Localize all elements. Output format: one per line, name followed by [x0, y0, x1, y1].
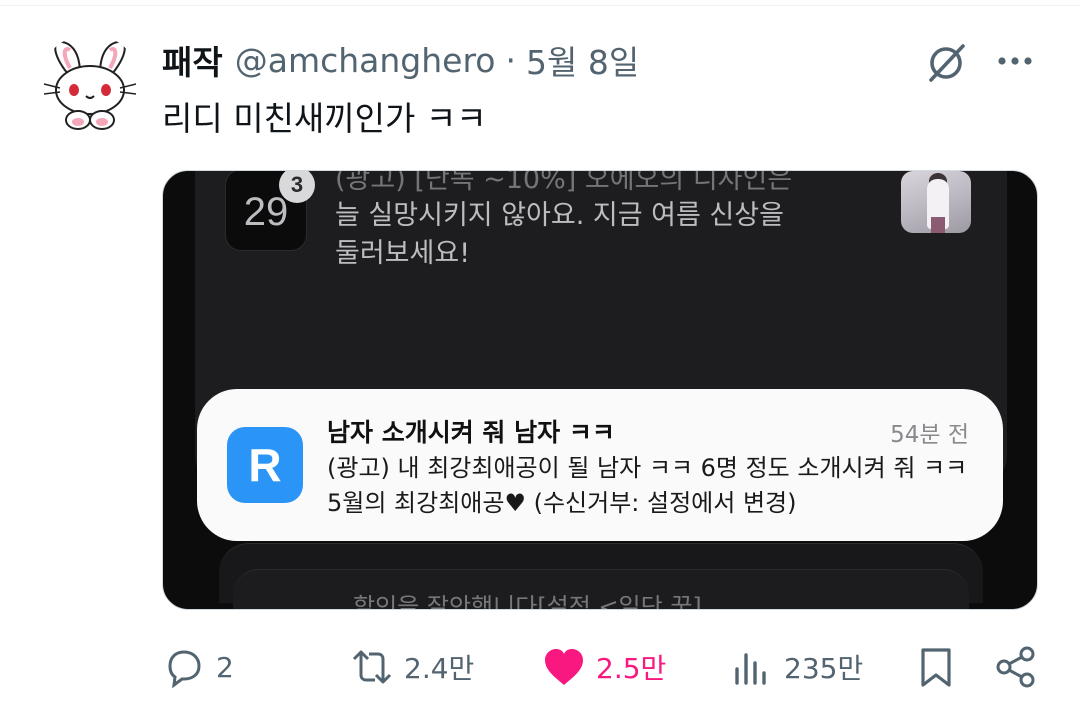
views-button[interactable]: 235만	[730, 640, 863, 694]
tweet-text: 리디 미친새끼인가 ㅋㅋ	[162, 99, 487, 138]
separator-dot: ·	[505, 40, 517, 80]
notification-body: (광고) 내 최강최애공이 될 남자 ㅋㅋ 6명 정도 소개시켜 줘 ㅋㅋ 5월…	[327, 454, 968, 517]
avatar[interactable]	[38, 34, 142, 138]
ridi-app-icon: R	[227, 427, 303, 503]
heart-icon	[545, 649, 583, 685]
reply-icon	[168, 650, 201, 689]
tweet-header: 패작 @amchanghero · 5월 8일	[162, 36, 639, 84]
retweet-count: 2.4만	[404, 652, 475, 685]
bunny-avatar-icon	[38, 34, 142, 138]
like-button[interactable]: 2.5만	[542, 640, 666, 694]
like-count: 2.5만	[596, 652, 667, 685]
bookmark-button[interactable]	[914, 640, 958, 694]
tweet-media-image[interactable]: 29 3 (광고) [단독 ~10%] 오에오의 디자인은 늘 실망시키지 않아…	[162, 170, 1038, 610]
notification-time: 54분 전	[890, 422, 969, 448]
notification-card: R 남자 소개시켜 줘 남자 ㅋㅋ 54분 전 (광고) 내 최강최애공이 될 …	[197, 389, 1003, 541]
reply-button[interactable]: 2	[162, 640, 234, 694]
more-options-icon[interactable]	[994, 44, 1036, 78]
share-icon	[996, 646, 1035, 688]
views-icon	[735, 653, 766, 685]
user-handle[interactable]: @amchanghero	[235, 41, 496, 80]
tweet-date[interactable]: 5월 8일	[526, 36, 639, 84]
bg-notification-line: 둘러보세요!	[335, 238, 471, 269]
retweet-button[interactable]: 2.4만	[350, 640, 474, 694]
bookmark-icon	[921, 648, 951, 687]
tweet-actions: 2 2.4만 2.5만 235만	[0, 640, 1080, 694]
retweet-icon	[352, 650, 392, 684]
bg-notification-line: 늘 실망시키지 않아요. 지금 여름 신상을	[335, 200, 784, 231]
notification-title: 남자 소개시켜 줘 남자 ㅋㅋ	[327, 418, 615, 447]
notification-thumbnail	[901, 171, 971, 233]
bg-notification-line: 할인을 잘안했니다[설정 <일단 꿈]	[353, 593, 702, 610]
grok-icon[interactable]	[922, 38, 972, 86]
views-count: 235만	[784, 652, 864, 685]
reply-count: 2	[216, 650, 234, 684]
display-name[interactable]: 패작	[162, 36, 223, 84]
top-divider	[0, 0, 1080, 6]
share-button[interactable]	[994, 640, 1038, 694]
